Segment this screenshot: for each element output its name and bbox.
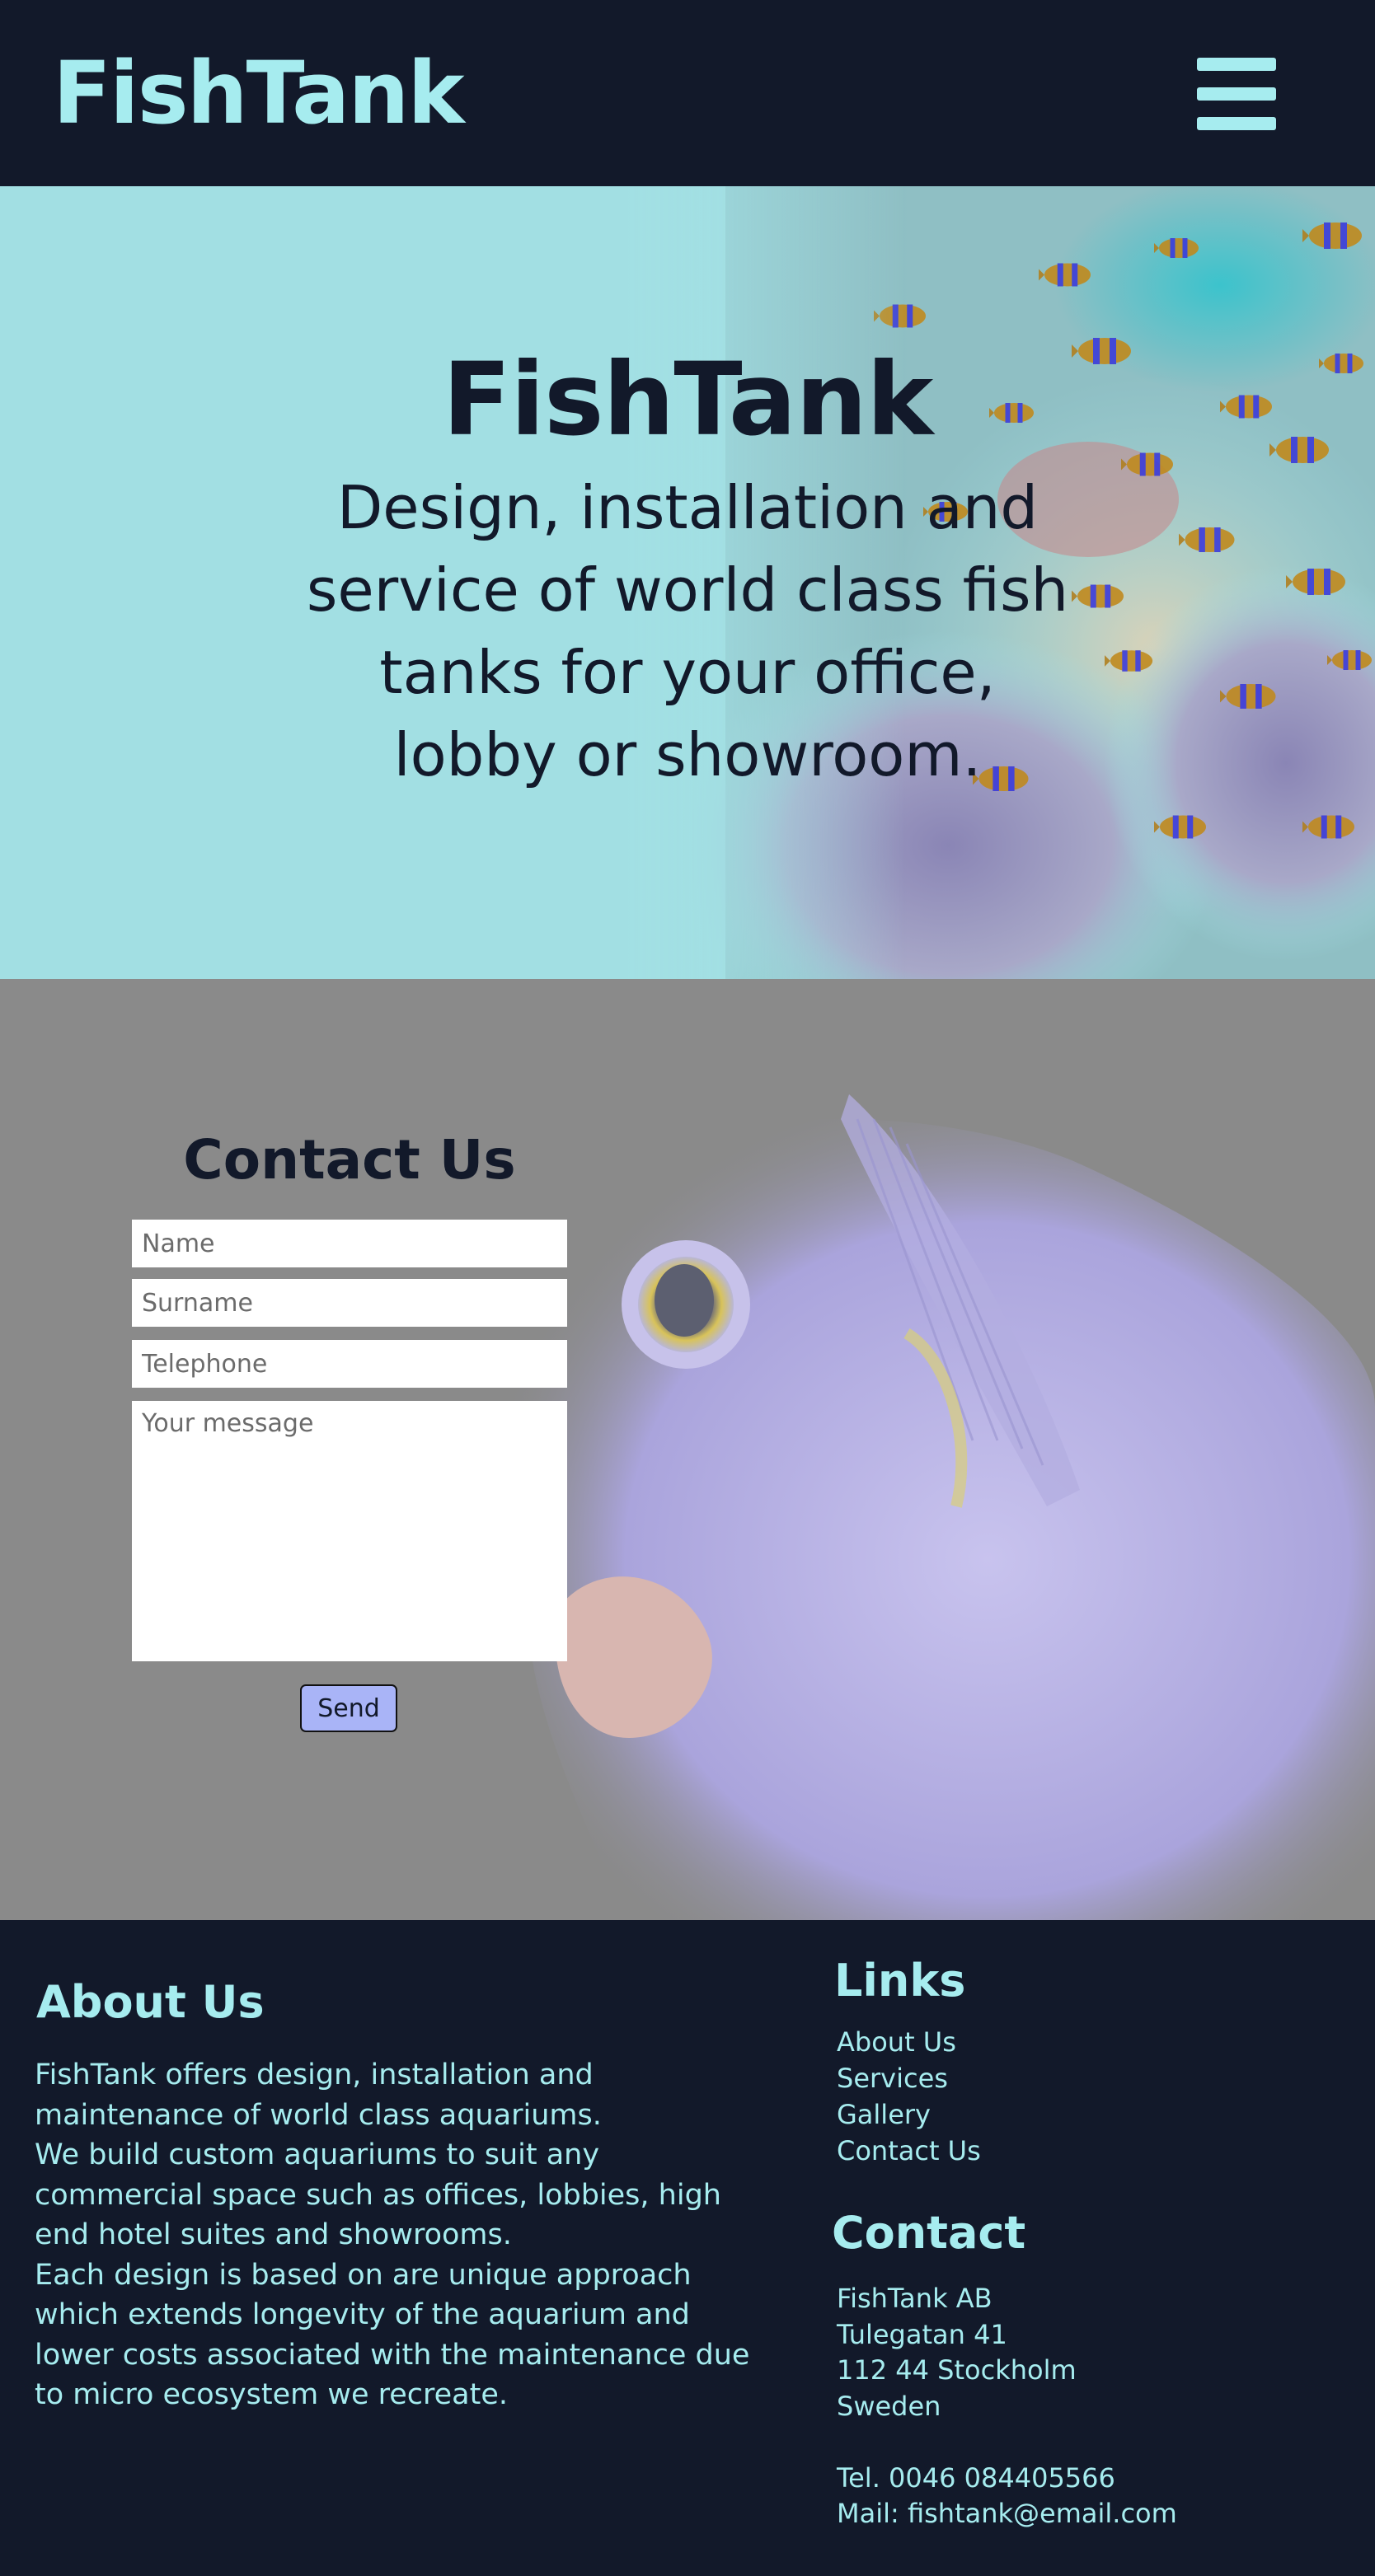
footer-link-contact-us[interactable]: Contact Us [837, 2135, 981, 2166]
menu-bar [1197, 87, 1276, 101]
about-paragraph: FishTank offers design, installation and… [35, 2058, 602, 2132]
about-us-heading: About Us [36, 1976, 265, 2028]
footer-link-item: Gallery [837, 2096, 981, 2133]
message-textarea[interactable] [132, 1401, 567, 1661]
site-footer: About Us FishTank offers design, install… [0, 1920, 1375, 2576]
company-name: FishTank AB [837, 2283, 993, 2314]
footer-link-about-us[interactable]: About Us [837, 2026, 956, 2058]
footer-link-item: Contact Us [837, 2133, 981, 2169]
footer-link-services[interactable]: Services [837, 2063, 948, 2094]
menu-bar [1197, 58, 1276, 71]
site-header: FishTank [0, 0, 1375, 186]
hamburger-menu-icon[interactable] [1197, 54, 1276, 130]
surname-input[interactable] [132, 1279, 567, 1327]
about-us-text: FishTank offers design, installation and… [35, 2055, 777, 2415]
hero-title: FishTank [442, 341, 933, 458]
hero-section: FishTank Design, installation and servic… [0, 186, 1375, 979]
about-paragraph: We build custom aquariums to suit any co… [35, 2138, 721, 2251]
name-input[interactable] [132, 1220, 567, 1267]
contact-details: FishTank AB Tulegatan 41 112 44 Stockhol… [837, 2281, 1177, 2532]
footer-link-gallery[interactable]: Gallery [837, 2099, 931, 2130]
contact-heading: Contact [832, 2207, 1026, 2259]
links-heading: Links [834, 1955, 966, 2007]
footer-link-item: Services [837, 2060, 981, 2096]
hero-subtitle: Design, installation and service of worl… [306, 473, 1069, 789]
phone-number: Tel. 0046 084405566 [837, 2461, 1115, 2494]
street-address: Tulegatan 41 [837, 2318, 1007, 2350]
email-address[interactable]: Mail: fishtank@email.com [837, 2496, 1177, 2532]
city-address: 112 44 Stockholm [837, 2354, 1077, 2386]
site-logo[interactable]: FishTank [53, 40, 465, 147]
telephone-input[interactable] [132, 1340, 567, 1388]
menu-bar [1197, 117, 1276, 130]
about-paragraph: Each design is based on are unique appro… [35, 2258, 750, 2412]
send-button[interactable]: Send [300, 1684, 397, 1732]
contact-section: Contact Us Send [0, 979, 1375, 1920]
footer-links-list: About Us Services Gallery Contact Us [837, 2024, 981, 2169]
contact-form-title: Contact Us [183, 1128, 516, 1192]
country: Sweden [837, 2390, 941, 2422]
footer-link-item: About Us [837, 2024, 981, 2060]
